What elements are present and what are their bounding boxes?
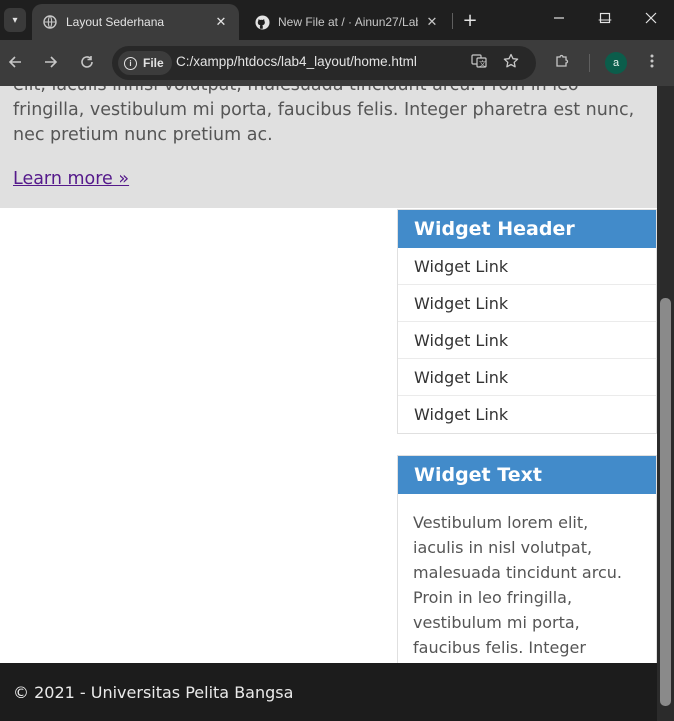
learn-more-link[interactable]: Learn more » (13, 169, 129, 189)
arrow-right-icon (44, 54, 58, 73)
svg-text:文: 文 (479, 59, 486, 68)
widget-text: Widget Text Vestibulum lorem elit, iacul… (397, 455, 657, 664)
close-icon (645, 12, 657, 28)
tab-title: New File at / · Ainun27/Lab (278, 15, 418, 29)
profile-avatar[interactable]: a (605, 52, 627, 74)
close-tab-icon[interactable]: ✕ (213, 14, 229, 30)
address-bar[interactable]: i File C:/xampp/htdocs/lab4_layout/home.… (112, 46, 536, 80)
hero-text: elit, iaculis innisi volutpat, malesuada… (13, 86, 635, 145)
tab-title: Layout Sederhana (66, 15, 165, 29)
more-vert-icon (650, 53, 654, 73)
page-viewport: elit, iaculis innisi volutpat, malesuada… (0, 86, 674, 721)
tab-layout-sederhana[interactable]: Layout Sederhana ✕ (32, 4, 239, 40)
arrow-left-icon (8, 54, 22, 73)
globe-icon (42, 14, 58, 30)
tab-divider (452, 13, 453, 29)
site-info-label: File (143, 56, 164, 70)
bookmark-button[interactable] (500, 52, 522, 74)
plus-icon: + (462, 9, 478, 31)
web-page: elit, iaculis innisi volutpat, malesuada… (0, 86, 657, 721)
new-tab-button[interactable]: + (459, 9, 481, 31)
reload-button[interactable] (75, 51, 99, 75)
browser-toolbar: i File C:/xampp/htdocs/lab4_layout/home.… (0, 40, 674, 86)
footer-text: © 2021 - Universitas Pelita Bangsa (13, 682, 294, 702)
widget-link[interactable]: Widget Link (398, 396, 656, 433)
close-tab-icon[interactable]: ✕ (424, 14, 440, 30)
vertical-scrollbar[interactable] (657, 86, 674, 721)
extensions-button[interactable] (550, 51, 574, 75)
forward-button[interactable] (39, 51, 63, 75)
minimize-button[interactable] (536, 0, 582, 40)
widget-text-body: Vestibulum lorem elit, iaculis in nisl v… (413, 513, 622, 664)
maximize-button[interactable] (582, 0, 628, 40)
page-footer: © 2021 - Universitas Pelita Bangsa (0, 663, 657, 721)
widget-link-list: Widget Link Widget Link Widget Link Widg… (398, 248, 656, 433)
widget-link[interactable]: Widget Link (398, 322, 656, 359)
tab-github-new-file[interactable]: New File at / · Ainun27/Lab ✕ (244, 4, 450, 40)
widget-link[interactable]: Widget Link (398, 359, 656, 396)
widget-header: Widget Text (398, 456, 656, 494)
translate-button[interactable]: 文 (468, 52, 490, 74)
menu-button[interactable] (640, 51, 664, 75)
translate-icon: 文 (471, 53, 487, 73)
star-icon (503, 53, 519, 73)
puzzle-icon (554, 53, 570, 73)
widget-link[interactable]: Widget Link (398, 248, 656, 285)
close-window-button[interactable] (628, 0, 674, 40)
tab-search-button[interactable]: ▾ (4, 8, 26, 32)
hero-section: elit, iaculis innisi volutpat, malesuada… (0, 86, 657, 208)
toolbar-divider (589, 54, 590, 72)
scrollbar-thumb[interactable] (660, 298, 671, 706)
maximize-icon (599, 12, 611, 28)
chevron-down-icon: ▾ (12, 14, 18, 26)
github-icon (254, 14, 270, 30)
url-text[interactable]: C:/xampp/htdocs/lab4_layout/home.html (176, 54, 417, 69)
widget-links: Widget Header Widget Link Widget Link Wi… (397, 209, 657, 434)
reload-icon (80, 54, 94, 73)
back-button[interactable] (3, 51, 27, 75)
minimize-icon (553, 12, 565, 28)
site-info-chip[interactable]: i File (118, 51, 172, 75)
info-icon: i (124, 56, 137, 70)
widget-header: Widget Header (398, 210, 656, 248)
widget-link[interactable]: Widget Link (398, 285, 656, 322)
